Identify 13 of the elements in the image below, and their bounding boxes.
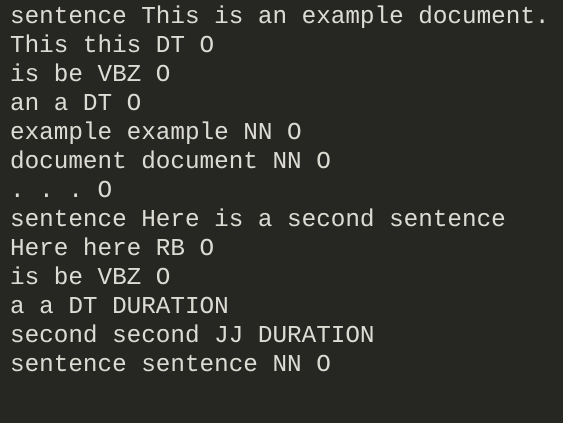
output-line: example example NN O (10, 119, 302, 148)
output-line: an a DT O (10, 90, 142, 119)
output-line: is be VBZ O (10, 264, 170, 293)
output-line: second second JJ DURATION (10, 322, 375, 351)
output-line: . . . O (10, 177, 112, 206)
output-line: sentence Here is a second sentence (10, 206, 506, 235)
output-line: a a DT DURATION (10, 293, 229, 322)
output-line: sentence sentence NN O (10, 351, 331, 380)
output-line: document document NN O (10, 148, 331, 177)
output-line: sentence This is an example document. (10, 3, 550, 32)
output-line: Here here RB O (10, 235, 214, 264)
output-line: This this DT O (10, 32, 214, 61)
output-line: is be VBZ O (10, 61, 170, 90)
